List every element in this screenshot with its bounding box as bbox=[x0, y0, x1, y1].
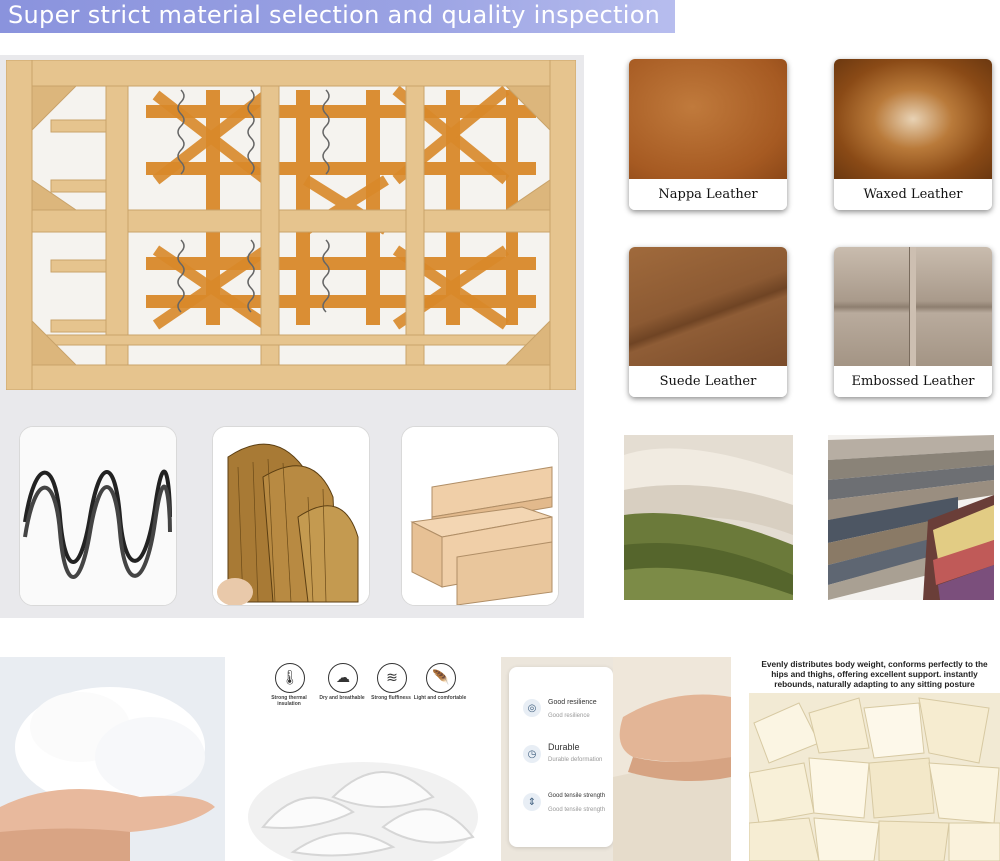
down-feather-image bbox=[0, 657, 225, 861]
spring-icon bbox=[20, 427, 176, 605]
fabric-stack-image bbox=[828, 435, 994, 600]
waxed-leather-swatch bbox=[834, 59, 992, 179]
icon-caption: Light and comfortable bbox=[413, 695, 467, 701]
spec-subtitle: Durable deformation bbox=[548, 757, 603, 763]
leather-label: Suede Leather bbox=[629, 366, 787, 397]
fluffiness-icon: ≋ bbox=[377, 663, 407, 693]
sponge-panel: Evenly distributes body weight, conforms… bbox=[749, 657, 1000, 861]
leather-label: Waxed Leather bbox=[834, 179, 992, 210]
foam-hand-image bbox=[613, 657, 731, 861]
leather-card-nappa: Nappa Leather bbox=[629, 59, 787, 210]
sponge-caption: Evenly distributes body weight, conforms… bbox=[761, 659, 988, 689]
leather-label: Embossed Leather bbox=[834, 366, 992, 397]
suede-leather-swatch bbox=[629, 247, 787, 367]
tile-wood-blocks bbox=[401, 426, 559, 606]
feather-pile-image bbox=[248, 762, 478, 861]
leather-card-waxed: Waxed Leather bbox=[834, 59, 992, 210]
tile-elastic-webbing bbox=[212, 426, 370, 606]
spec-subtitle: Good resilience bbox=[548, 713, 590, 719]
spec-title: Good resilience bbox=[548, 699, 597, 706]
sponge-pieces-image bbox=[749, 693, 1000, 861]
sofa-frame-image bbox=[5, 59, 577, 391]
feather-features-panel: 🌡 ☁ ≋ 🪶 Strong thermal insulation Dry an… bbox=[243, 657, 483, 861]
spec-card: ◎ Good resilience Good resilience ◷ Dura… bbox=[509, 667, 613, 847]
wooden-frame-illustration bbox=[5, 59, 577, 391]
resilience-icon: ◎ bbox=[523, 699, 541, 717]
leather-card-embossed: Embossed Leather bbox=[834, 247, 992, 397]
feather-icon: 🪶 bbox=[426, 663, 456, 693]
fabric-linen-image bbox=[624, 435, 793, 600]
tile-serpentine-spring bbox=[19, 426, 177, 606]
wood-block-icon bbox=[402, 427, 558, 605]
page-title: Super strict material selection and qual… bbox=[8, 1, 661, 29]
title-bar: Super strict material selection and qual… bbox=[0, 0, 675, 33]
leather-label: Nappa Leather bbox=[629, 179, 787, 210]
leather-card-suede: Suede Leather bbox=[629, 247, 787, 397]
spec-title: Good tensile strength bbox=[548, 793, 606, 799]
foam-spec-panel: ◎ Good resilience Good resilience ◷ Dura… bbox=[501, 657, 731, 861]
breathable-icon: ☁ bbox=[328, 663, 358, 693]
webbing-icon bbox=[213, 427, 369, 605]
clock-icon: ◷ bbox=[523, 745, 541, 763]
icon-caption: Strong thermal insulation bbox=[271, 695, 307, 707]
strength-icon: ⇕ bbox=[523, 793, 541, 811]
thermometer-icon: 🌡 bbox=[275, 663, 305, 693]
spec-title: Durable bbox=[548, 742, 580, 752]
nappa-leather-swatch bbox=[629, 59, 787, 179]
spec-subtitle: Good tensile strength bbox=[548, 807, 606, 813]
